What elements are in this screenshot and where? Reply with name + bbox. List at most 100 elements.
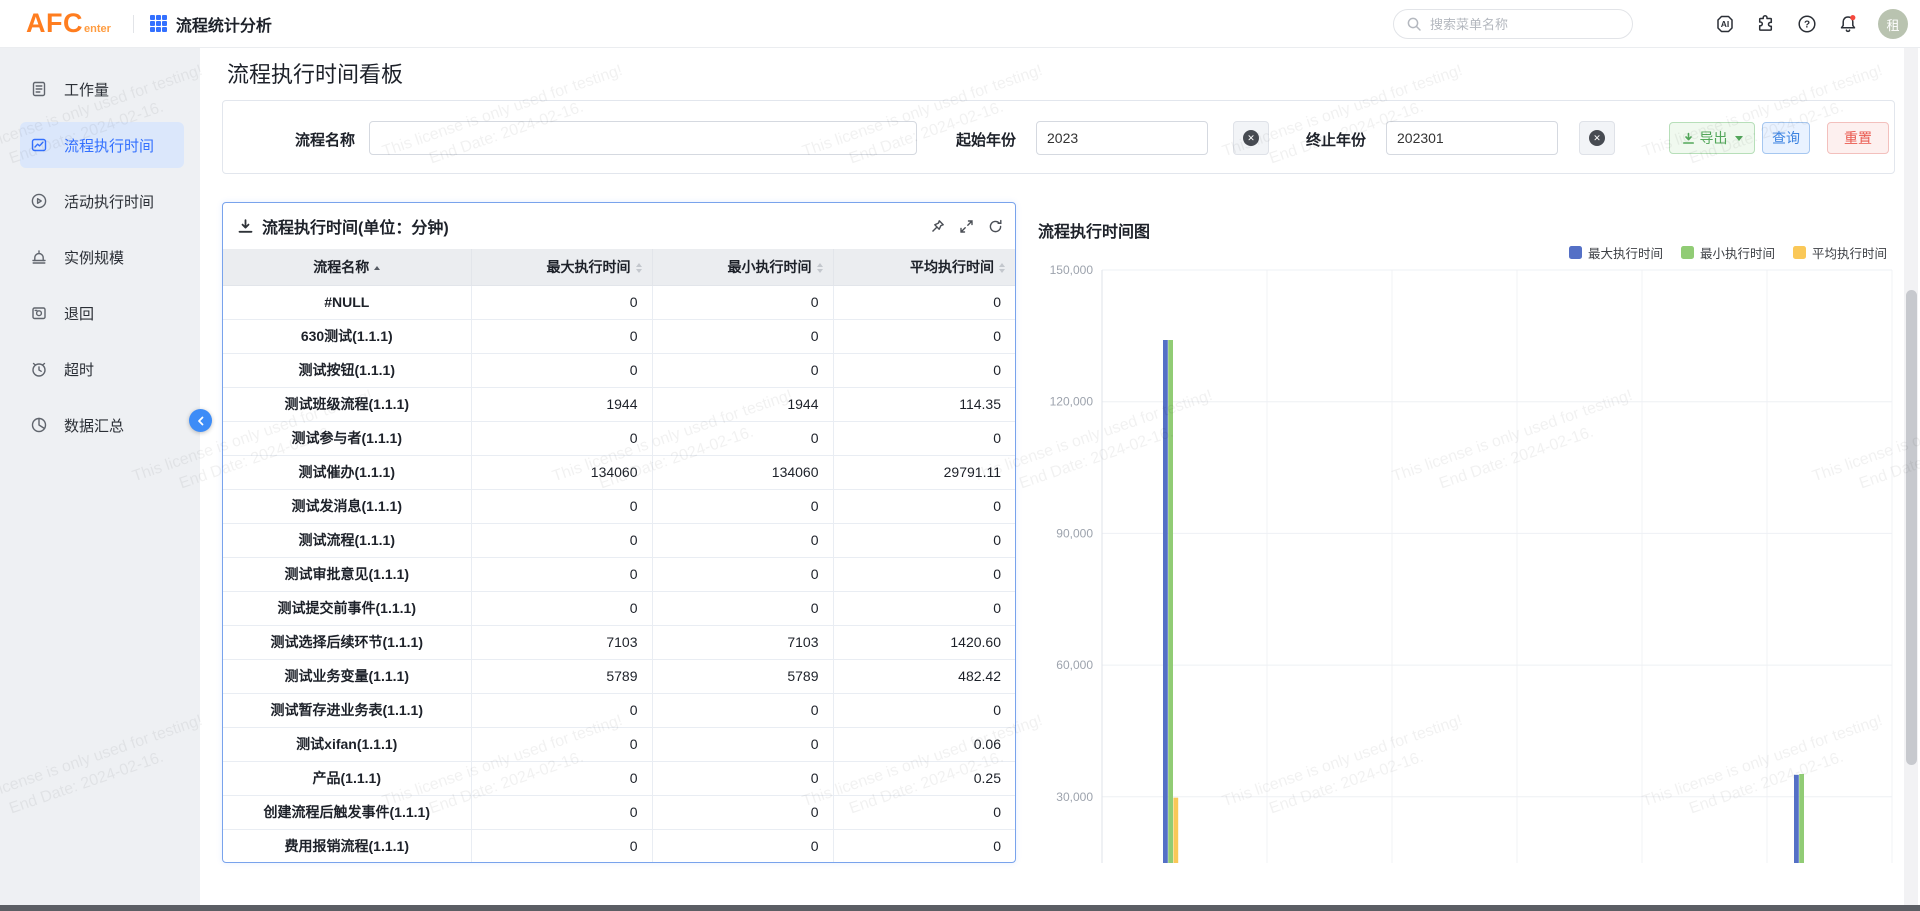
table-row: 创建流程后触发事件(1.1.1)000 bbox=[223, 795, 1015, 829]
end-year-label: 终止年份 bbox=[1306, 129, 1366, 150]
max-time-cell: 134060 bbox=[471, 455, 652, 489]
avg-time-cell: 0 bbox=[833, 353, 1015, 387]
table-row: 测试业务变量(1.1.1)57895789482.42 bbox=[223, 659, 1015, 693]
avg-time-cell: 0.06 bbox=[833, 727, 1015, 761]
process-name-cell: 630测试(1.1.1) bbox=[223, 319, 471, 353]
reset-button[interactable]: 重置 bbox=[1827, 122, 1889, 154]
svg-text:60,000: 60,000 bbox=[1056, 658, 1093, 672]
min-time-cell: 0 bbox=[652, 693, 833, 727]
end-year-clear-button[interactable]: ✕ bbox=[1579, 121, 1615, 155]
sidebar-item-4[interactable]: 退回 bbox=[20, 290, 184, 336]
sidebar-item-0[interactable]: 工作量 bbox=[20, 66, 184, 112]
process-name-cell: 产品(1.1.1) bbox=[223, 761, 471, 795]
filter-panel: 流程名称 起始年份 ✕ 终止年份 ✕ 导出 查询 重置 bbox=[222, 100, 1895, 174]
table-row: 产品(1.1.1)000.25 bbox=[223, 761, 1015, 795]
expand-icon[interactable] bbox=[959, 219, 974, 234]
max-time-cell: 0 bbox=[471, 591, 652, 625]
min-time-cell: 0 bbox=[652, 319, 833, 353]
min-time-cell: 0 bbox=[652, 523, 833, 557]
sidebar-item-3[interactable]: 实例规模 bbox=[20, 234, 184, 280]
bar-chart: 150,000120,00090,00060,00030,000 bbox=[1035, 258, 1895, 863]
sidebar-item-label: 数据汇总 bbox=[64, 415, 124, 436]
table-header-row: 流程名称 最大执行时间 最小执行时间平均执行时间 bbox=[223, 249, 1015, 285]
avg-time-cell: 0 bbox=[833, 285, 1015, 319]
table-row: 测试催办(1.1.1)13406013406029791.11 bbox=[223, 455, 1015, 489]
sidebar-item-2[interactable]: 活动执行时间 bbox=[20, 178, 184, 224]
svg-text:30,000: 30,000 bbox=[1056, 790, 1093, 804]
app-grid-icon[interactable] bbox=[150, 15, 167, 32]
sort-icon bbox=[999, 263, 1005, 273]
process-name-label: 流程名称 bbox=[295, 129, 355, 150]
notification-icon[interactable] bbox=[1837, 13, 1859, 35]
plugin-icon[interactable] bbox=[1755, 13, 1777, 35]
column-header-0[interactable]: 流程名称 bbox=[223, 249, 471, 285]
search-input[interactable] bbox=[1430, 17, 1610, 32]
query-button[interactable]: 查询 bbox=[1762, 122, 1810, 154]
avg-time-cell: 0 bbox=[833, 557, 1015, 591]
search-icon bbox=[1406, 16, 1422, 32]
avatar[interactable]: 租 bbox=[1878, 9, 1908, 39]
process-name-input[interactable] bbox=[369, 121, 917, 155]
pie-chart-icon bbox=[30, 416, 48, 434]
sidebar: 工作量流程执行时间活动执行时间实例规模退回超时数据汇总 bbox=[0, 48, 200, 905]
column-header-label: 最大执行时间 bbox=[547, 259, 631, 275]
export-button[interactable]: 导出 bbox=[1669, 122, 1755, 154]
sort-icon bbox=[817, 263, 823, 273]
process-name-cell: 测试流程(1.1.1) bbox=[223, 523, 471, 557]
avg-time-cell: 0 bbox=[833, 693, 1015, 727]
end-year-input[interactable] bbox=[1386, 121, 1558, 155]
page-title: 流程执行时间看板 bbox=[227, 57, 403, 89]
help-icon[interactable]: ? bbox=[1796, 13, 1818, 35]
sidebar-item-5[interactable]: 超时 bbox=[20, 346, 184, 392]
avg-time-cell: 0 bbox=[833, 489, 1015, 523]
max-time-cell: 0 bbox=[471, 319, 652, 353]
min-time-cell: 0 bbox=[652, 795, 833, 829]
export-label: 导出 bbox=[1700, 128, 1728, 148]
sidebar-item-1[interactable]: 流程执行时间 bbox=[20, 122, 184, 168]
ai-icon[interactable]: AI bbox=[1714, 13, 1736, 35]
min-time-cell: 0 bbox=[652, 489, 833, 523]
table-row: #NULL000 bbox=[223, 285, 1015, 319]
table-row: 测试发消息(1.1.1)000 bbox=[223, 489, 1015, 523]
sort-ascending-icon bbox=[374, 266, 380, 270]
sidebar-item-label: 工作量 bbox=[64, 79, 109, 100]
menu-search[interactable] bbox=[1393, 9, 1633, 39]
start-year-clear-button[interactable]: ✕ bbox=[1233, 121, 1269, 155]
camera-icon bbox=[30, 304, 48, 322]
sidebar-item-label: 超时 bbox=[64, 359, 94, 380]
min-time-cell: 0 bbox=[652, 557, 833, 591]
avg-time-cell: 0 bbox=[833, 829, 1015, 863]
play-circle-icon bbox=[30, 192, 48, 210]
sidebar-item-6[interactable]: 数据汇总 bbox=[20, 402, 184, 448]
svg-text:?: ? bbox=[1804, 20, 1810, 31]
process-name-cell: 测试业务变量(1.1.1) bbox=[223, 659, 471, 693]
max-time-cell: 1944 bbox=[471, 387, 652, 421]
max-time-cell: 7103 bbox=[471, 625, 652, 659]
column-header-2[interactable]: 最小执行时间 bbox=[652, 249, 833, 285]
avg-time-cell: 482.42 bbox=[833, 659, 1015, 693]
process-name-cell: 测试班级流程(1.1.1) bbox=[223, 387, 471, 421]
table-row: 测试审批意见(1.1.1)000 bbox=[223, 557, 1015, 591]
process-name-cell: 测试发消息(1.1.1) bbox=[223, 489, 471, 523]
column-header-3[interactable]: 平均执行时间 bbox=[833, 249, 1015, 285]
alarm-icon bbox=[30, 248, 48, 266]
page-scrollbar-thumb[interactable] bbox=[1906, 290, 1917, 765]
sidebar-item-label: 流程执行时间 bbox=[64, 135, 154, 156]
app-title: 流程统计分析 bbox=[176, 12, 272, 36]
min-time-cell: 0 bbox=[652, 591, 833, 625]
sidebar-item-label: 退回 bbox=[64, 303, 94, 324]
process-time-table: 流程名称 最大执行时间 最小执行时间平均执行时间 #NULL000630测试(1.1… bbox=[223, 249, 1015, 863]
min-time-cell: 0 bbox=[652, 761, 833, 795]
column-header-1[interactable]: 最大执行时间 bbox=[471, 249, 652, 285]
window-bottom-edge bbox=[0, 905, 1920, 911]
download-icon[interactable] bbox=[237, 218, 254, 235]
min-time-cell: 0 bbox=[652, 421, 833, 455]
header-divider bbox=[133, 15, 134, 33]
logo: AFC enter bbox=[26, 8, 111, 39]
pin-icon[interactable] bbox=[930, 219, 945, 234]
process-name-cell: 测试xifan(1.1.1) bbox=[223, 727, 471, 761]
max-time-cell: 0 bbox=[471, 523, 652, 557]
start-year-input[interactable] bbox=[1036, 121, 1208, 155]
sidebar-collapse-button[interactable] bbox=[189, 409, 212, 432]
refresh-icon[interactable] bbox=[988, 219, 1003, 234]
